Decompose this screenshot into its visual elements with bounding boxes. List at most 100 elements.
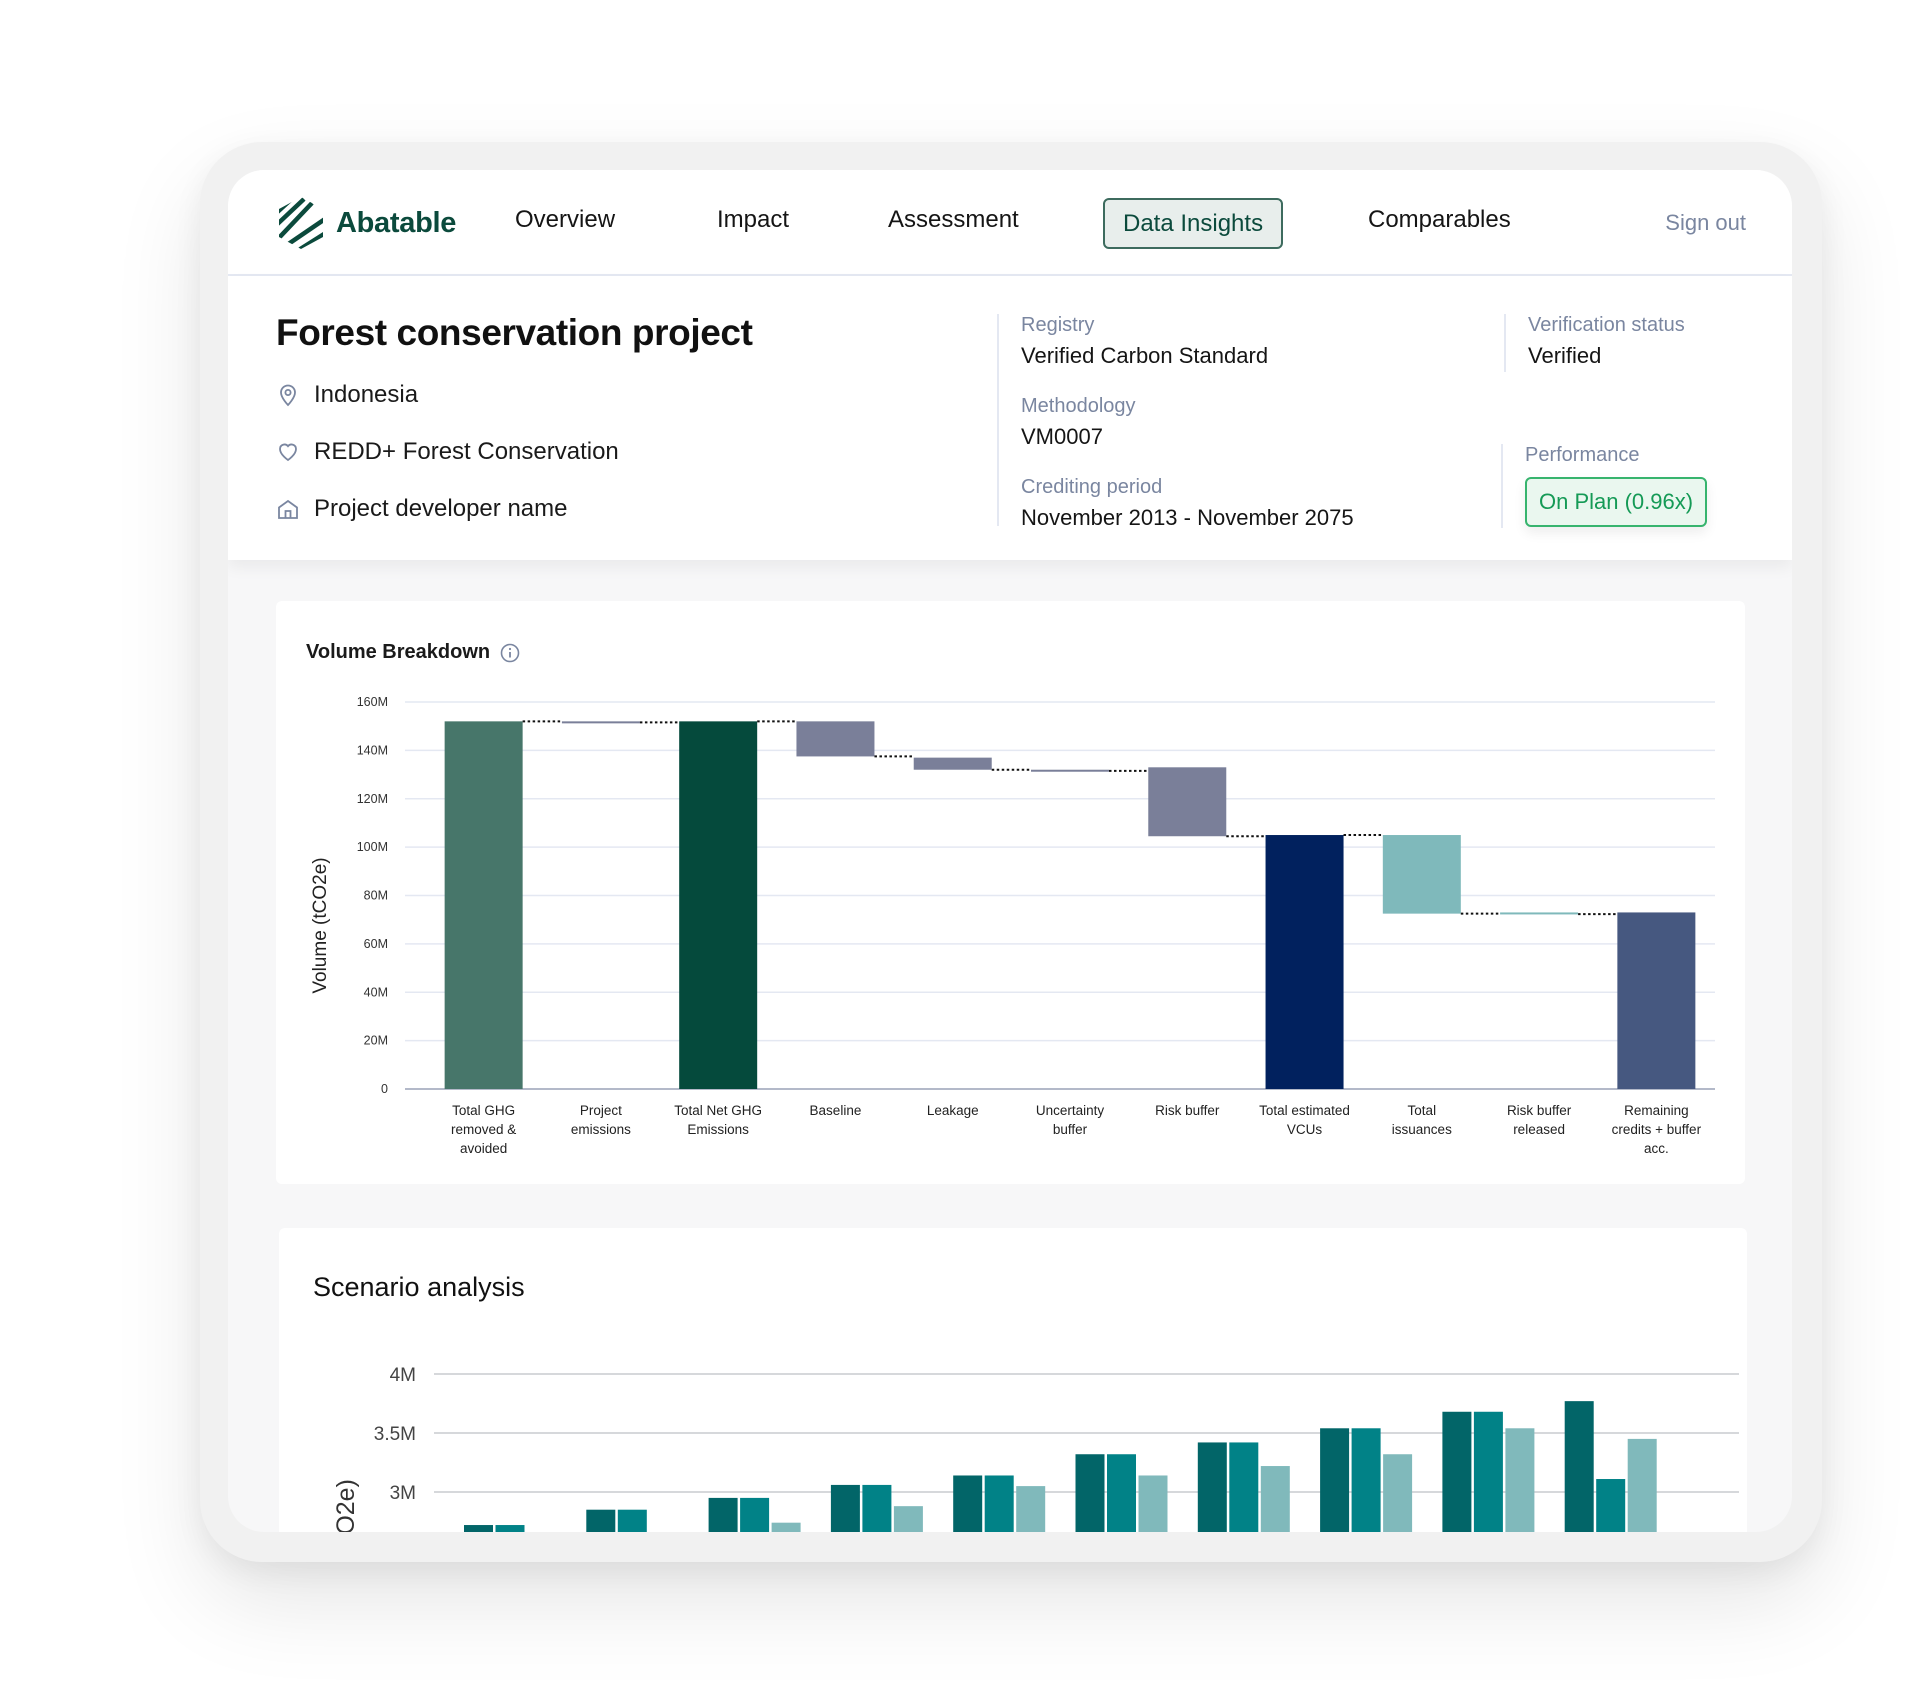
scenario-bar	[1197, 1442, 1227, 1532]
page-title: Forest conservation project	[276, 312, 753, 353]
y-axis-label: Volume (tCO2e)	[310, 857, 331, 993]
scenario-bar	[1229, 1442, 1259, 1532]
scenario-bar	[708, 1497, 738, 1532]
nav-tab-data-insights[interactable]: Data Insights	[1103, 198, 1284, 249]
performance-column: Performance On Plan (0.96x)	[1501, 444, 1708, 528]
scenario-bar	[893, 1506, 923, 1532]
x-tick-label: Total Net GHG Emissions	[674, 1103, 762, 1137]
scenario-bar	[740, 1497, 770, 1532]
waterfall-bar	[444, 721, 523, 1089]
x-tick-label: Risk buffer	[1155, 1103, 1220, 1118]
project-type-row: REDD+ Forest Conservation	[276, 438, 619, 466]
performance-label: Performance	[1525, 444, 1640, 466]
x-tick-label: Remaining credits + buffer acc.	[1612, 1103, 1702, 1156]
y-tick-label: 0	[381, 1082, 388, 1096]
x-tick-label: Total estimated VCUs	[1259, 1103, 1350, 1137]
methodology-value: VM0007	[1021, 424, 1103, 449]
x-tick-label: Risk buffer released	[1507, 1103, 1572, 1137]
y-tick-label: 160M	[357, 695, 388, 709]
y-tick-label: 3M	[390, 1483, 416, 1504]
scenario-bar	[1505, 1428, 1535, 1532]
developer-text: Project developer name	[314, 495, 568, 522]
waterfall-bar	[679, 721, 758, 1089]
crediting-period-value: November 2013 - November 2075	[1021, 505, 1354, 530]
waterfall-bar	[1148, 767, 1227, 837]
x-tick-label: Total issuances	[1392, 1103, 1452, 1137]
y-tick-label: 40M	[364, 985, 388, 999]
scenario-bar	[495, 1525, 525, 1532]
scenario-analysis-chart: 4M 3.5M 3M (tCO2e)	[332, 1365, 1739, 1532]
developer-row: Project developer name	[276, 495, 567, 523]
scenario-bar	[1016, 1486, 1046, 1532]
registry-column: Registry Verified Carbon Standard Method…	[997, 314, 1354, 530]
x-tick-label: Leakage	[927, 1103, 979, 1118]
verification-column: Verification status Verified	[1504, 314, 1685, 372]
scenario-bar	[1351, 1428, 1381, 1532]
scenario-bar	[1442, 1411, 1472, 1532]
brand-name: Abatable	[336, 206, 457, 239]
verification-label: Verification status	[1528, 314, 1685, 336]
map-pin-icon	[280, 384, 296, 407]
scenario-bar	[1473, 1411, 1503, 1532]
y-tick-label: 4M	[390, 1365, 416, 1386]
scenario-bar	[830, 1484, 860, 1532]
app-screen: Abatable Overview Impact Assessment Data…	[228, 170, 1792, 1532]
volume-breakdown-card: Volume Breakdown 0 20M 40M 60M 80M 100M 120M 14…	[276, 601, 1745, 1184]
sign-out-link[interactable]: Sign out	[1665, 210, 1746, 236]
scenario-bar	[771, 1522, 801, 1532]
y-axis-label: (tCO2e)	[332, 1479, 360, 1532]
waterfall-bar	[1382, 835, 1461, 914]
waterfall-bar	[1617, 912, 1696, 1089]
registry-value: Verified Carbon Standard	[1021, 343, 1269, 368]
y-tick-label: 60M	[364, 937, 388, 951]
scenario-bar	[1627, 1438, 1657, 1532]
performance-badge: On Plan (0.96x)	[1525, 477, 1708, 527]
abatable-logo-icon	[279, 197, 323, 249]
y-tick-label: 3.5M	[374, 1424, 416, 1445]
y-tick-label: 140M	[357, 743, 388, 757]
verification-value: Verified	[1528, 343, 1602, 368]
scenario-bar	[953, 1475, 983, 1532]
building-icon	[278, 499, 298, 519]
project-type-text: REDD+ Forest Conservation	[314, 438, 619, 465]
scenario-bar	[1564, 1401, 1594, 1532]
location-row: Indonesia	[276, 381, 418, 409]
scenario-bar	[1383, 1454, 1413, 1532]
x-tick-label: Project emissions	[571, 1103, 631, 1137]
scenario-bar	[862, 1484, 892, 1532]
scenario-bar	[1075, 1454, 1105, 1532]
scenario-analysis-card: Scenario analysis 4M 3.5M 3M (tCO2e)	[279, 1228, 1747, 1532]
scenario-bar	[1107, 1454, 1136, 1532]
waterfall-bar	[913, 757, 992, 770]
waterfall-bar	[1500, 912, 1579, 915]
project-summary: Forest conservation project Indonesia RE…	[228, 276, 1792, 560]
nav-tab-overview[interactable]: Overview	[515, 206, 615, 234]
crediting-period-label: Crediting period	[1021, 476, 1163, 498]
waterfall-bar	[1265, 835, 1344, 1089]
y-tick-label: 20M	[364, 1034, 388, 1048]
volume-breakdown-chart: 0 20M 40M 60M 80M 100M 120M 140M 160M Volume (tCO…	[310, 695, 1715, 1156]
nav-tab-impact[interactable]: Impact	[717, 206, 789, 234]
waterfall-bar	[561, 721, 640, 724]
nav-tab-comparables[interactable]: Comparables	[1368, 206, 1511, 234]
scenario-bar	[984, 1475, 1014, 1532]
scenario-bar	[1320, 1428, 1350, 1532]
x-tick-label: Total GHG removed & avoided	[451, 1103, 516, 1156]
scenario-bar	[1260, 1466, 1290, 1532]
waterfall-bar	[796, 721, 875, 757]
scenario-bar	[1596, 1479, 1626, 1532]
nav-tab-assessment[interactable]: Assessment	[888, 206, 1019, 234]
scenario-bar	[586, 1509, 616, 1532]
x-tick-label: Uncertainty buffer	[1036, 1103, 1105, 1137]
x-tick-label: Baseline	[810, 1103, 862, 1118]
registry-label: Registry	[1021, 314, 1095, 336]
top-nav: Abatable Overview Impact Assessment Data…	[228, 170, 1792, 276]
y-tick-label: 100M	[357, 840, 388, 854]
scenario-bar	[464, 1525, 493, 1532]
brand-logo[interactable]: Abatable	[276, 195, 456, 251]
waterfall-bar	[1031, 769, 1109, 772]
heart-icon	[279, 443, 297, 462]
y-tick-label: 80M	[364, 889, 388, 903]
location-text: Indonesia	[314, 381, 419, 408]
y-tick-label: 120M	[357, 792, 388, 806]
